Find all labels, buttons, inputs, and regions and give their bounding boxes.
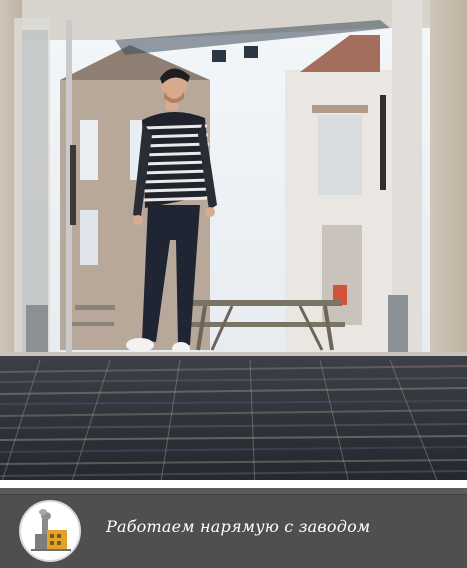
entrance-carpet-photo [0,0,467,488]
factory-icon [19,500,81,562]
banner-divider [0,488,467,495]
promo-banner: Работаем нарямую с заводом [0,488,467,568]
promo-card: Работаем нарямую с заводом [0,0,467,568]
banner-caption: Работаем нарямую с заводом [106,517,371,536]
